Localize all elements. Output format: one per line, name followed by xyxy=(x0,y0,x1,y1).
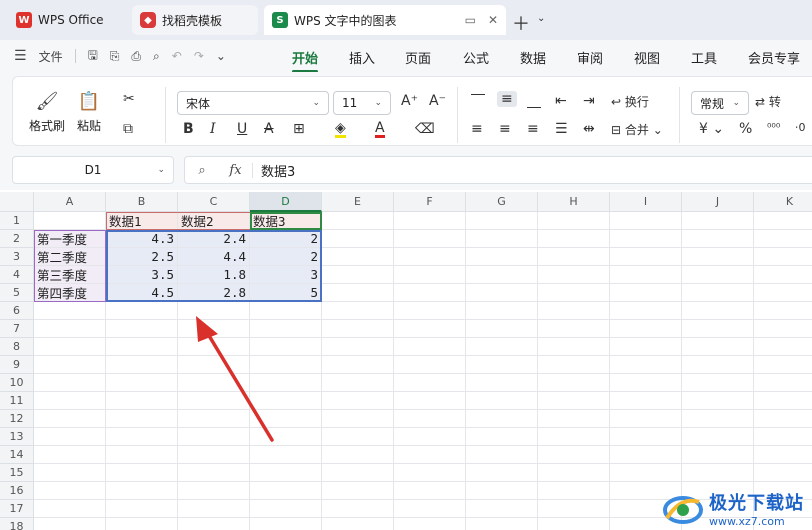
annotation-arrow xyxy=(196,316,274,442)
watermark: 极光下载站 www.xz7.com xyxy=(659,489,804,528)
aurora-logo-icon xyxy=(663,495,703,524)
watermark-url: www.xz7.com xyxy=(709,515,785,528)
watermark-title: 极光下载站 xyxy=(709,493,804,514)
